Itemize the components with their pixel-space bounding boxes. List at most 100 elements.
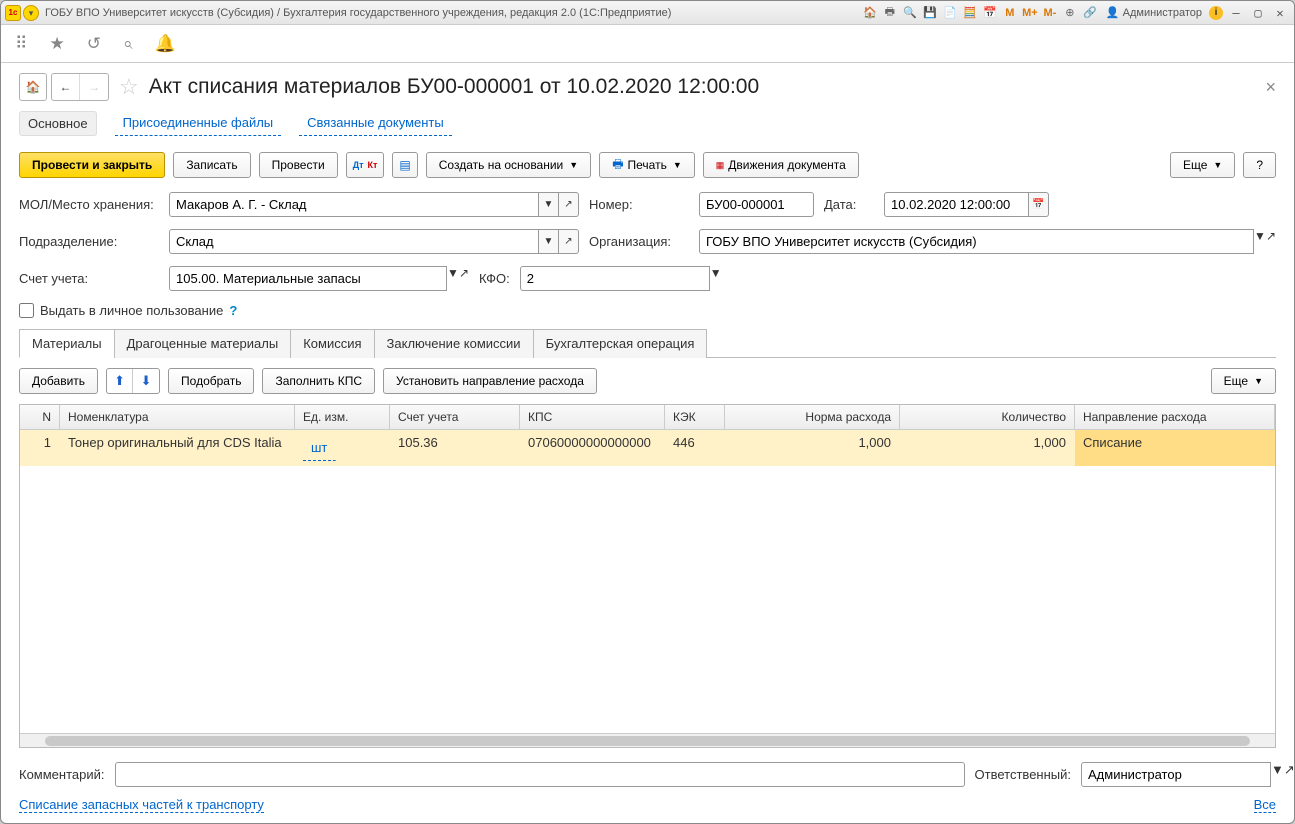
calc-icon[interactable]: 🧮 bbox=[961, 4, 979, 22]
memory-mplus-icon[interactable]: M+ bbox=[1021, 4, 1039, 22]
nav-home-button[interactable]: 🏠 bbox=[19, 73, 47, 101]
responsible-open-icon[interactable]: ↗ bbox=[1284, 762, 1294, 787]
create-based-button[interactable]: Создать на основании▼ bbox=[426, 152, 591, 178]
col-header-acct[interactable]: Счет учета bbox=[390, 405, 520, 429]
writeoff-link[interactable]: Списание запасных частей к транспорту bbox=[19, 797, 264, 813]
favorite-star-icon[interactable]: ☆ bbox=[119, 74, 139, 100]
more-button[interactable]: Еще▼ bbox=[1170, 152, 1235, 178]
cell-n[interactable]: 1 bbox=[20, 430, 60, 466]
save-disk-icon[interactable]: 💾 bbox=[921, 4, 939, 22]
col-header-n[interactable]: N bbox=[20, 405, 60, 429]
mol-dropdown-icon[interactable]: ▼ bbox=[539, 192, 559, 217]
tab-more-button[interactable]: Еще▼ bbox=[1211, 368, 1276, 394]
move-down-button[interactable]: ⬇ bbox=[133, 369, 159, 393]
history-icon[interactable]: ↺ bbox=[87, 34, 101, 54]
mol-input[interactable] bbox=[169, 192, 539, 217]
app-icon[interactable]: 1c bbox=[5, 5, 21, 21]
memory-mminus-icon[interactable]: M- bbox=[1041, 4, 1059, 22]
mol-open-icon[interactable]: ↗ bbox=[559, 192, 579, 217]
tab-accounting[interactable]: Бухгалтерская операция bbox=[533, 329, 708, 358]
scrollbar-thumb[interactable] bbox=[45, 736, 1250, 746]
maximize-button[interactable]: ▢ bbox=[1248, 5, 1268, 21]
cell-norm[interactable]: 1,000 bbox=[725, 430, 900, 466]
subnav-files[interactable]: Присоединенные файлы bbox=[115, 111, 282, 136]
search-icon[interactable]: ⌕ bbox=[123, 34, 133, 54]
list-button[interactable]: ▤ bbox=[392, 152, 417, 178]
set-direction-button[interactable]: Установить направление расхода bbox=[383, 368, 597, 394]
save-button[interactable]: Записать bbox=[173, 152, 250, 178]
fill-kps-button[interactable]: Заполнить КПС bbox=[262, 368, 375, 394]
org-open-icon[interactable]: ↗ bbox=[1266, 229, 1276, 254]
app-menu-icon[interactable]: ▾ bbox=[23, 5, 39, 21]
zoom-icon[interactable]: ⊕ bbox=[1061, 4, 1079, 22]
subnav-main[interactable]: Основное bbox=[19, 111, 97, 136]
col-header-norm[interactable]: Норма расхода bbox=[725, 405, 900, 429]
org-input[interactable] bbox=[699, 229, 1254, 254]
account-input[interactable] bbox=[169, 266, 447, 291]
post-button[interactable]: Провести bbox=[259, 152, 338, 178]
cell-acct[interactable]: 105.36 bbox=[390, 430, 520, 466]
close-window-button[interactable]: ✕ bbox=[1270, 5, 1290, 21]
division-dropdown-icon[interactable]: ▼ bbox=[539, 229, 559, 254]
col-header-nom[interactable]: Номенклатура bbox=[60, 405, 295, 429]
move-up-button[interactable]: ⬆ bbox=[107, 369, 133, 393]
col-header-qty[interactable]: Количество bbox=[900, 405, 1075, 429]
table-row[interactable]: 1 Тонер оригинальный для CDS Italia шт 1… bbox=[20, 430, 1275, 466]
close-page-button[interactable]: × bbox=[1265, 77, 1276, 98]
user-label[interactable]: 👤 Администратор bbox=[1106, 6, 1202, 19]
cell-qty[interactable]: 1,000 bbox=[900, 430, 1075, 466]
apps-icon[interactable]: ⠿ bbox=[15, 34, 27, 54]
print-icon[interactable]: 🖶 bbox=[881, 4, 899, 22]
nav-back-button[interactable]: ← bbox=[52, 74, 80, 100]
favorites-icon[interactable]: ★ bbox=[49, 34, 64, 54]
col-header-unit[interactable]: Ед. изм. bbox=[295, 405, 390, 429]
col-header-kek[interactable]: КЭК bbox=[665, 405, 725, 429]
comment-input[interactable] bbox=[115, 762, 965, 787]
account-open-icon[interactable]: ↗ bbox=[459, 266, 469, 291]
memory-m-icon[interactable]: M bbox=[1001, 4, 1019, 22]
print-button[interactable]: 🖶Печать▼ bbox=[599, 152, 695, 178]
preview-icon[interactable]: 🔍 bbox=[901, 4, 919, 22]
help-button[interactable]: ? bbox=[1243, 152, 1276, 178]
link-icon[interactable]: 🔗 bbox=[1081, 4, 1099, 22]
cell-kps[interactable]: 07060000000000000 bbox=[520, 430, 665, 466]
personal-use-help-icon[interactable]: ? bbox=[229, 303, 237, 318]
cell-nom[interactable]: Тонер оригинальный для CDS Italia bbox=[60, 430, 295, 466]
kfo-input[interactable] bbox=[520, 266, 710, 291]
add-row-button[interactable]: Добавить bbox=[19, 368, 98, 394]
tab-commission[interactable]: Комиссия bbox=[290, 329, 374, 358]
pick-button[interactable]: Подобрать bbox=[168, 368, 254, 394]
minimize-button[interactable]: — bbox=[1226, 5, 1246, 21]
post-and-close-button[interactable]: Провести и закрыть bbox=[19, 152, 165, 178]
division-open-icon[interactable]: ↗ bbox=[559, 229, 579, 254]
number-input[interactable] bbox=[699, 192, 814, 217]
org-dropdown-icon[interactable]: ▼ bbox=[1254, 229, 1266, 254]
division-input[interactable] bbox=[169, 229, 539, 254]
home-icon[interactable]: 🏠 bbox=[861, 4, 879, 22]
info-icon[interactable]: i bbox=[1209, 6, 1223, 20]
col-header-dir[interactable]: Направление расхода bbox=[1075, 405, 1275, 429]
tab-conclusion[interactable]: Заключение комиссии bbox=[374, 329, 534, 358]
cell-unit[interactable]: шт bbox=[303, 435, 336, 461]
tab-materials[interactable]: Материалы bbox=[19, 329, 115, 358]
date-input[interactable] bbox=[884, 192, 1029, 217]
horizontal-scrollbar[interactable] bbox=[20, 733, 1275, 747]
kfo-dropdown-icon[interactable]: ▼ bbox=[710, 266, 722, 291]
personal-use-checkbox[interactable] bbox=[19, 303, 34, 318]
notifications-icon[interactable]: 🔔 bbox=[154, 34, 175, 54]
responsible-dropdown-icon[interactable]: ▼ bbox=[1271, 762, 1284, 787]
calendar-icon[interactable]: 📅 bbox=[981, 4, 999, 22]
cell-dir[interactable]: Списание bbox=[1075, 430, 1275, 466]
cell-kek[interactable]: 446 bbox=[665, 430, 725, 466]
account-dropdown-icon[interactable]: ▼ bbox=[447, 266, 459, 291]
table-body[interactable]: 1 Тонер оригинальный для CDS Italia шт 1… bbox=[20, 430, 1275, 733]
col-header-kps[interactable]: КПС bbox=[520, 405, 665, 429]
nav-forward-button[interactable]: → bbox=[80, 74, 108, 100]
movements-button[interactable]: ▦Движения документа bbox=[703, 152, 859, 178]
doc-icon[interactable]: 📄 bbox=[941, 4, 959, 22]
tab-precious[interactable]: Драгоценные материалы bbox=[114, 329, 292, 358]
subnav-related[interactable]: Связанные документы bbox=[299, 111, 452, 136]
date-picker-icon[interactable]: 📅 bbox=[1029, 192, 1049, 217]
dt-kt-button[interactable]: ДтКт bbox=[346, 152, 385, 178]
all-link[interactable]: Все bbox=[1254, 797, 1276, 813]
